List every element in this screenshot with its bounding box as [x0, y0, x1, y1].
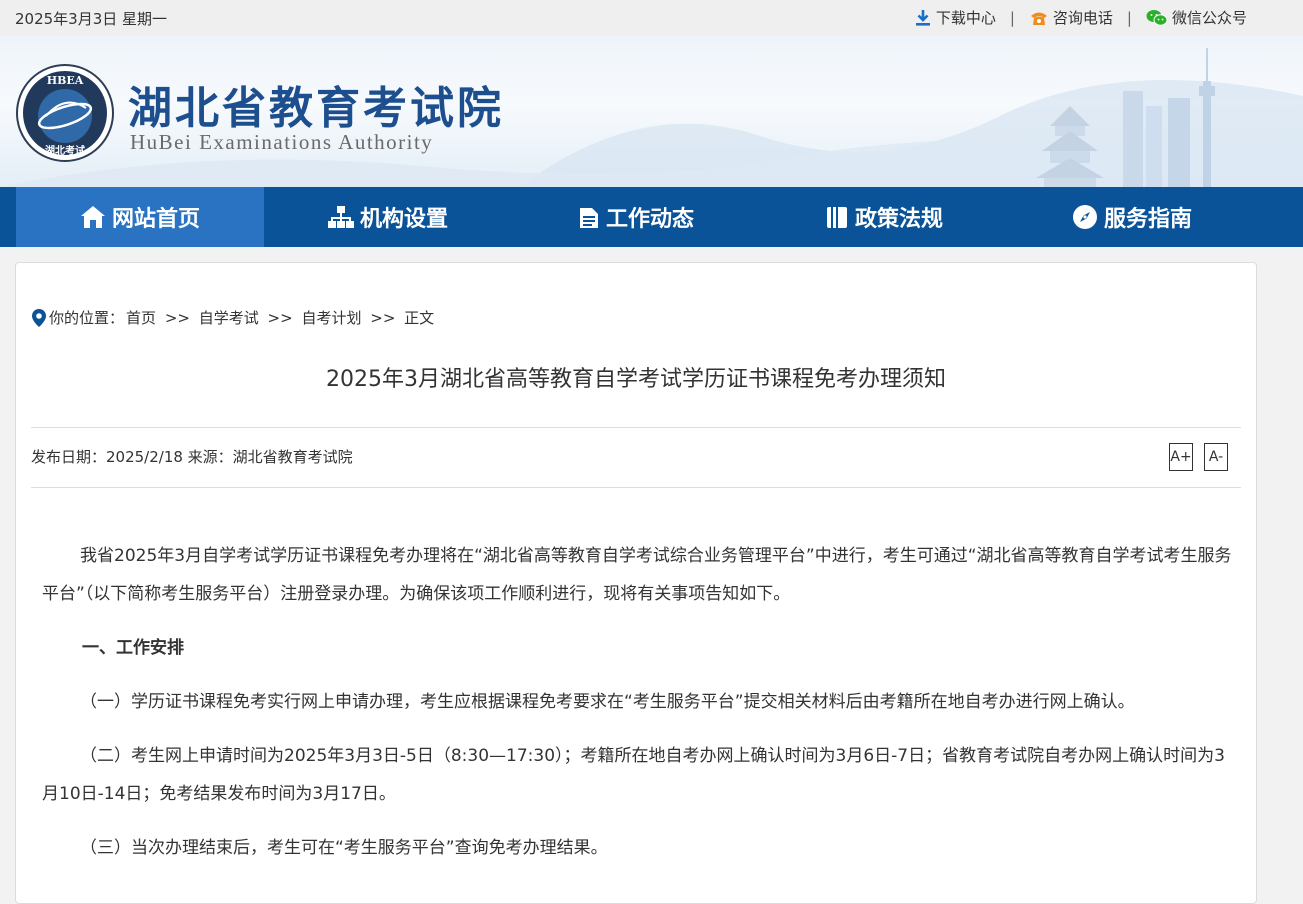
download-center-link[interactable]: 下载中心 [914, 7, 996, 28]
nav-item-label: 网站首页 [111, 207, 200, 232]
location-pin-icon [31, 308, 47, 328]
paragraph: （三）当次办理结束后，考生可在“考生服务平台”查询免考办理结果。 [80, 838, 608, 858]
breadcrumb-separator: >> [164, 308, 190, 327]
meta-divider [31, 487, 1241, 488]
nav-item-label: 服务指南 [1103, 207, 1192, 232]
compass-icon [1072, 204, 1098, 230]
main-nav: 网站首页 机构设置 工作动态 政策法规 服务指南 [0, 187, 1303, 247]
site-title-cn[interactable]: 湖北省教育考试院 [128, 72, 504, 136]
nav-item-label: 工作动态 [605, 207, 694, 232]
nav-item-organization[interactable]: 机构设置 [264, 187, 512, 247]
top-bar: 2025年3月3日 星期一 下载中心 | 咨询电话 | 微信公众号 [0, 0, 1303, 36]
breadcrumb-home[interactable]: 首页 [126, 307, 156, 328]
font-increase-button[interactable]: A+ [1169, 443, 1193, 471]
title-divider [31, 427, 1241, 428]
paragraph: 我省2025年3月自学考试学历证书课程免考办理将在“湖北省高等教育自学考试综合业… [42, 546, 1232, 604]
breadcrumb-self-study-exam[interactable]: 自学考试 [199, 307, 259, 328]
phone-icon [1029, 9, 1049, 27]
home-icon [80, 205, 106, 229]
top-separator: | [1126, 8, 1132, 27]
breadcrumb-exam-plan[interactable]: 自考计划 [301, 307, 361, 328]
nav-item-label: 政策法规 [854, 207, 943, 232]
wechat-label: 微信公众号 [1171, 9, 1247, 27]
wechat-link[interactable]: 微信公众号 [1146, 7, 1247, 28]
emblem-text-bottom: 湖北考试 [45, 144, 85, 157]
breadcrumb-separator: >> [370, 308, 396, 327]
section-heading: 一、工作安排 [82, 638, 184, 658]
article-panel: 你的位置： 首页 >> 自学考试 >> 自考计划 >> 正文 2025年3月湖北… [15, 262, 1257, 904]
nav-item-policies[interactable]: 政策法规 [760, 187, 1008, 247]
breadcrumb-separator: >> [267, 308, 293, 327]
site-title-en: HuBei Examinations Authority [130, 130, 434, 154]
nav-item-work-news[interactable]: 工作动态 [512, 187, 760, 247]
breadcrumb-current: 正文 [404, 309, 435, 327]
nav-item-home[interactable]: 网站首页 [16, 187, 264, 247]
consult-phone-link[interactable]: 咨询电话 [1029, 7, 1113, 28]
emblem-text-top: HBEA [47, 74, 84, 87]
top-separator: | [1009, 8, 1015, 27]
font-decrease-button[interactable]: A- [1204, 443, 1228, 471]
nav-item-service-guide[interactable]: 服务指南 [1008, 187, 1256, 247]
download-icon [914, 9, 932, 27]
current-date: 2025年3月3日 星期一 [15, 10, 168, 28]
document-icon [578, 205, 600, 229]
nav-item-label: 机构设置 [359, 207, 448, 232]
breadcrumb-prefix: 你的位置： [49, 309, 125, 327]
download-center-label: 下载中心 [935, 9, 996, 27]
logo-emblem[interactable]: HBEA 湖北考试 [16, 64, 114, 162]
article-title: 2025年3月湖北省高等教育自学考试学历证书课程免考办理须知 [326, 367, 946, 392]
book-icon [825, 205, 849, 229]
wechat-icon [1146, 9, 1168, 27]
article-body: 我省2025年3月自学考试学历证书课程免考办理将在“湖北省高等教育自学考试综合业… [42, 537, 1236, 867]
article-meta: 发布日期：2025/2/18 来源：湖北省教育考试院 [31, 448, 353, 466]
breadcrumb: 你的位置： 首页 >> 自学考试 >> 自考计划 >> 正文 [31, 307, 434, 328]
site-banner: HBEA 湖北考试 湖北省教育考试院 HuBei Examinations Au… [0, 36, 1303, 187]
consult-phone-label: 咨询电话 [1052, 9, 1113, 27]
top-links: 下载中心 | 咨询电话 | 微信公众号 [914, 7, 1247, 28]
paragraph: （二）考生网上申请时间为2025年3月3日-5日（8:30—17:30）；考籍所… [42, 746, 1225, 804]
paragraph: （一）学历证书课程免考实行网上申请办理，考生应根据课程免考要求在“考生服务平台”… [80, 692, 1135, 712]
org-chart-icon [327, 205, 354, 229]
